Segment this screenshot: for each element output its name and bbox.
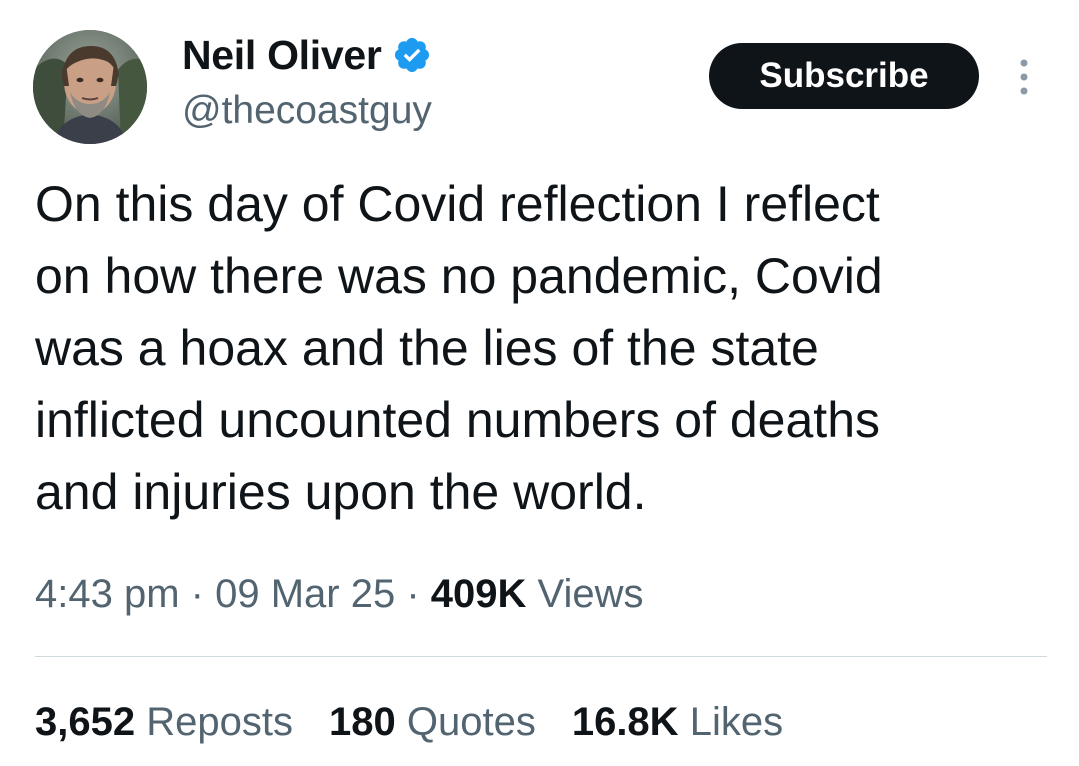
likes-count: 16.8K [571, 700, 679, 744]
reposts-count: 3,652 [35, 700, 136, 744]
more-vertical-icon[interactable] [1010, 55, 1038, 99]
quotes-stat[interactable]: 180 Quotes [329, 696, 536, 748]
tweet-meta: 4:43 pm · 09 Mar 25 · 409K Views [35, 568, 644, 620]
reposts-stat[interactable]: 3,652 Reposts [35, 696, 293, 748]
views-count: 409K [430, 572, 527, 616]
author-handle[interactable]: @thecoastguy [182, 86, 432, 136]
views-label: Views [537, 572, 644, 616]
likes-stat[interactable]: 16.8K Likes [572, 696, 783, 748]
tweet-date[interactable]: 09 Mar 25 [215, 572, 395, 616]
quotes-label: Quotes [406, 700, 536, 744]
author-name-row: Neil Oliver [182, 30, 432, 80]
tweet-time[interactable]: 4:43 pm [35, 572, 180, 616]
subscribe-button[interactable]: Subscribe [709, 43, 979, 109]
avatar[interactable] [33, 30, 147, 144]
verified-badge-icon[interactable] [392, 35, 432, 75]
author-display-name[interactable]: Neil Oliver [182, 30, 382, 80]
tweet-text: On this day of Covid reflection I reflec… [35, 176, 883, 520]
meta-separator: · [406, 572, 420, 616]
avatar-photo [33, 30, 147, 144]
quotes-count: 180 [328, 700, 396, 744]
divider [35, 656, 1047, 657]
reposts-label: Reposts [146, 700, 293, 744]
meta-separator: · [190, 572, 204, 616]
engagement-stats: 3,652 Reposts 180 Quotes 16.8K Likes [35, 696, 783, 748]
likes-label: Likes [689, 700, 784, 744]
